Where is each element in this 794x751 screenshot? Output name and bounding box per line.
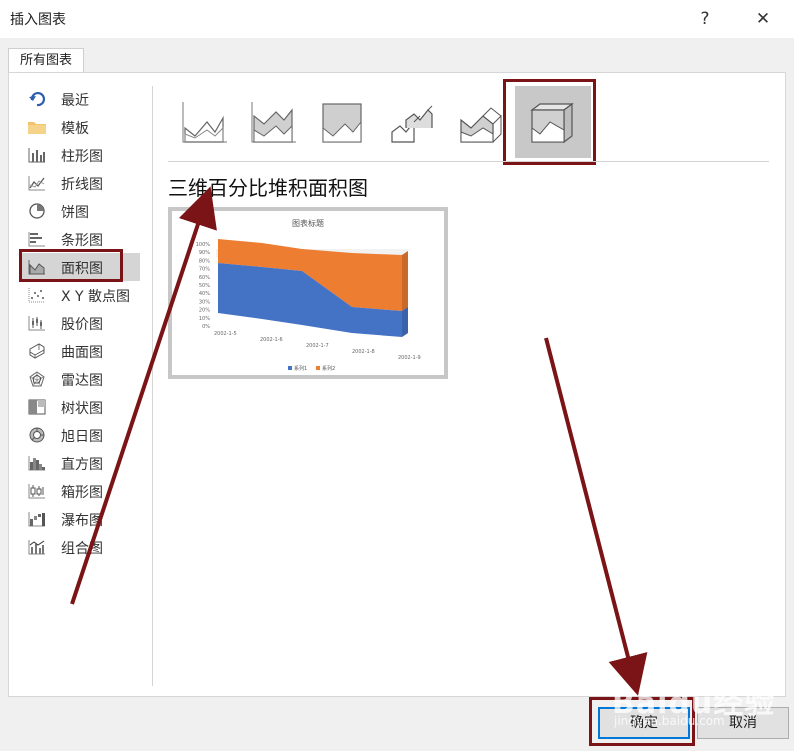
preview-y-tick: 60%	[199, 275, 210, 281]
chart-preview[interactable]: 图表标题 100% 90% 80% 70% 60% 50% 40% 30% 20% 10% 0% 2…	[168, 207, 448, 379]
preview-x-tick: 2002-1-6	[260, 337, 283, 343]
preview-y-tick: 20%	[199, 308, 210, 314]
preview-side-series1	[402, 307, 408, 337]
preview-x-tick: 2002-1-9	[398, 355, 421, 361]
preview-y-tick: 40%	[199, 291, 210, 297]
subtype-divider	[168, 161, 769, 162]
category-highlight-box	[19, 249, 123, 282]
category-item[interactable]: 雷达图	[20, 365, 140, 393]
preview-x-tick: 2002-1-8	[352, 349, 375, 355]
column-chart-icon	[28, 148, 45, 163]
preview-y-tick: 80%	[199, 258, 210, 264]
waterfall-chart-icon	[28, 512, 45, 527]
tab-all-charts[interactable]: 所有图表	[8, 48, 84, 73]
preview-y-tick: 30%	[199, 299, 210, 305]
preview-legend: 系列1 系列2	[288, 365, 335, 372]
subtype-3d-area[interactable]	[375, 86, 451, 158]
category-item[interactable]: 组合图	[20, 533, 140, 561]
watermark-url: jingyan.baidu.com	[614, 714, 725, 728]
subtype-name: 三维百分比堆积面积图	[168, 176, 368, 200]
preview-y-tick: 70%	[199, 267, 210, 273]
percent-stacked-area-icon	[322, 103, 362, 143]
line-chart-icon	[28, 176, 45, 191]
category-item[interactable]: X Y 散点图	[20, 281, 140, 309]
preview-x-tick: 2002-1-7	[306, 343, 329, 349]
subtype-stacked-area[interactable]	[237, 86, 313, 158]
preview-legend-swatch	[316, 366, 320, 370]
pie-chart-icon	[29, 203, 45, 219]
box-whisker-chart-icon	[28, 484, 45, 499]
sidebar-divider	[152, 86, 153, 686]
surface-chart-icon	[29, 343, 45, 359]
folder-icon	[28, 122, 46, 134]
preview-y-tick: 100%	[196, 242, 211, 248]
stock-chart-icon	[28, 316, 45, 331]
preview-chart: 图表标题 100% 90% 80% 70% 60% 50% 40% 30% 20% 10% 0% 2…	[196, 218, 421, 372]
subtype-percent-stacked-area[interactable]	[306, 86, 382, 158]
close-button[interactable]: ✕	[750, 6, 776, 32]
category-item[interactable]: 折线图	[20, 169, 140, 197]
bar-chart-icon	[28, 232, 45, 247]
3d-area-icon	[391, 105, 433, 143]
category-item[interactable]: 柱形图	[20, 141, 140, 169]
preview-y-axis: 100% 90% 80% 70% 60% 50% 40% 30% 20% 10% 0%	[196, 242, 211, 330]
category-item[interactable]: 瀑布图	[20, 505, 140, 533]
scatter-chart-icon	[28, 288, 45, 303]
preview-legend-label: 系列1	[294, 365, 307, 372]
category-item[interactable]: 饼图	[20, 197, 140, 225]
sunburst-chart-icon	[29, 427, 45, 443]
title-bar: 插入图表 ? ✕	[0, 0, 794, 38]
combo-chart-icon	[28, 540, 45, 555]
recent-icon	[29, 91, 46, 107]
category-item[interactable]: 直方图	[20, 449, 140, 477]
category-item[interactable]: 箱形图	[20, 477, 140, 505]
category-item[interactable]: 最近	[20, 85, 140, 113]
area-icon	[182, 102, 227, 143]
preview-legend-swatch	[288, 366, 292, 370]
category-item[interactable]: 旭日图	[20, 421, 140, 449]
preview-x-tick: 2002-1-5	[214, 331, 237, 337]
subtype-highlight-box	[503, 79, 596, 165]
help-button[interactable]: ?	[692, 6, 718, 32]
category-item[interactable]: 股价图	[20, 309, 140, 337]
dialog-title: 插入图表	[10, 12, 66, 28]
histogram-chart-icon	[28, 456, 45, 471]
subtype-area[interactable]	[168, 86, 244, 158]
category-item[interactable]: 树状图	[20, 393, 140, 421]
preview-y-tick: 90%	[199, 250, 210, 256]
stacked-area-icon	[251, 102, 296, 143]
preview-y-tick: 0%	[202, 324, 210, 330]
preview-y-tick: 50%	[199, 283, 210, 289]
category-item[interactable]: 模板	[20, 113, 140, 141]
preview-y-tick: 10%	[199, 316, 210, 322]
radar-chart-icon	[29, 371, 45, 387]
preview-legend-label: 系列2	[322, 365, 335, 372]
treemap-chart-icon	[28, 399, 46, 415]
3d-stacked-area-icon	[460, 107, 502, 143]
preview-side-series2	[402, 251, 408, 311]
category-item[interactable]: 曲面图	[20, 337, 140, 365]
preview-title: 图表标题	[292, 218, 324, 228]
